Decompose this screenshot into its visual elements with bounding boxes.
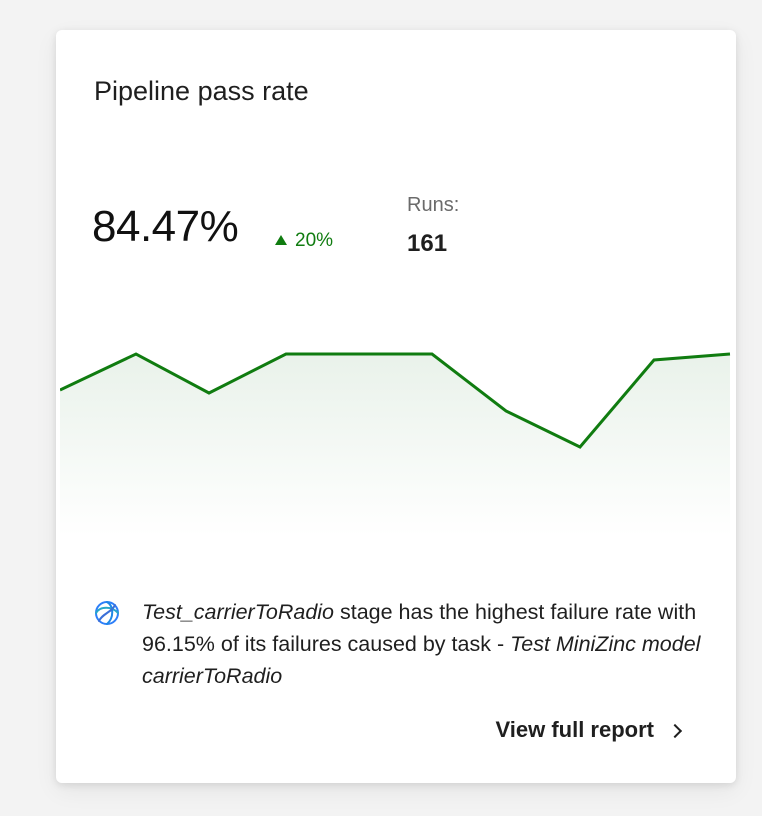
trend-up-icon <box>275 235 287 245</box>
insight-text: Test_carrierToRadio stage has the highes… <box>142 596 712 692</box>
runs-value: 161 <box>407 230 448 257</box>
pass-rate-card: Pipeline pass rate 84.47% 20% Runs: 161 … <box>56 30 736 783</box>
view-full-report-link[interactable]: View full report <box>495 717 683 743</box>
card-title: Pipeline pass rate <box>94 76 309 106</box>
view-full-report-label: View full report <box>495 717 654 742</box>
runs-label: Runs: <box>407 194 460 216</box>
trend-indicator: 20% <box>275 230 333 252</box>
chart-area-fill <box>60 354 730 536</box>
copilot-swirl-icon <box>95 601 119 625</box>
chevron-right-icon <box>667 723 683 739</box>
insight-stage-name: Test_carrierToRadio <box>142 600 335 624</box>
pass-rate-value: 84.47% <box>92 202 239 251</box>
trend-value: 20% <box>295 230 334 251</box>
pass-rate-trend-chart <box>60 352 731 536</box>
